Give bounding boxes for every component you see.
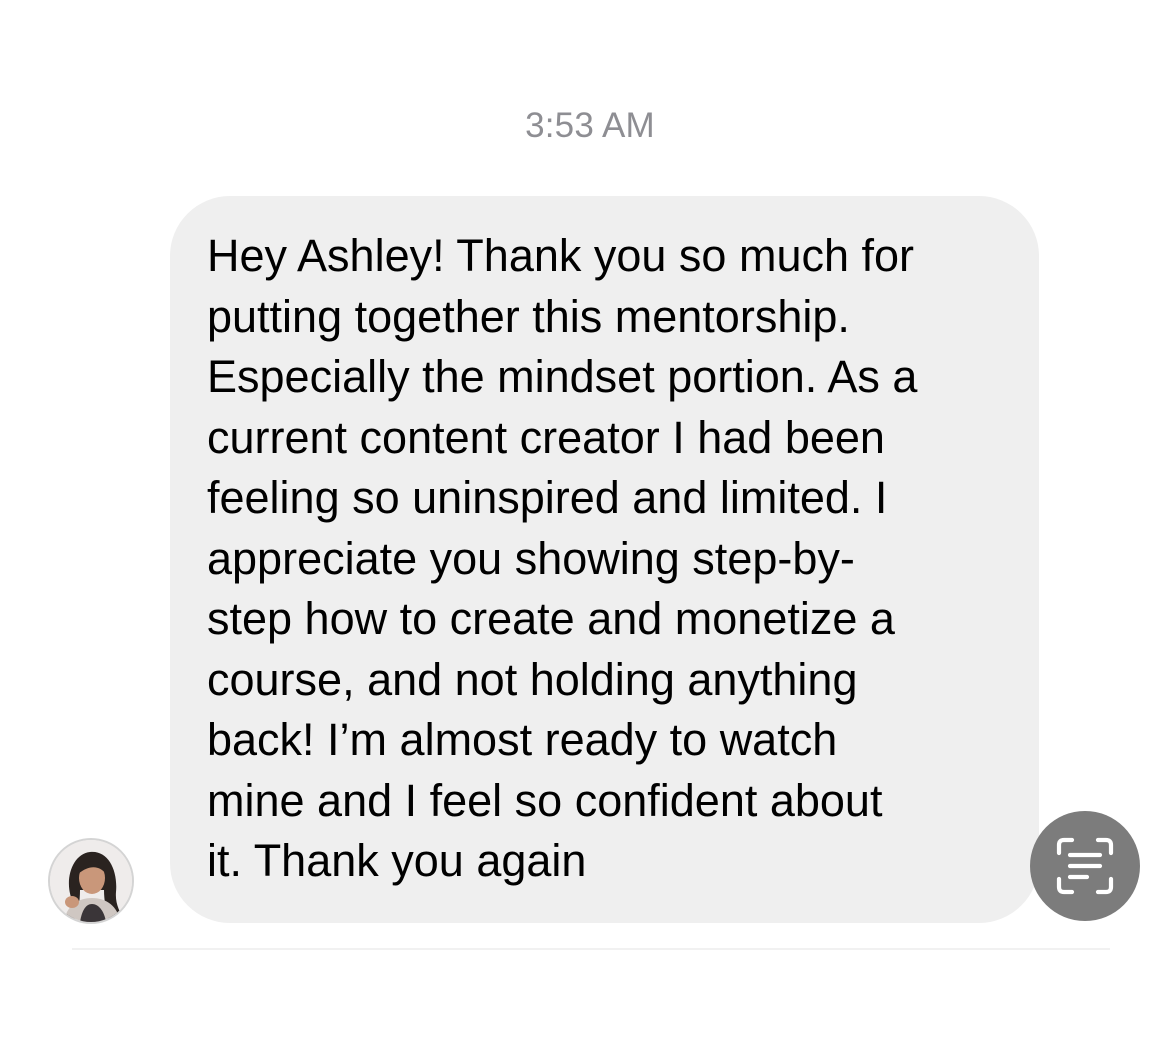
message-line: course, and not holding anything [207, 653, 858, 705]
message-line: appreciate you showing step-by- [207, 532, 855, 584]
message-line: putting together this mentorship. [207, 290, 850, 342]
live-text-scan-button[interactable] [1030, 811, 1140, 921]
message-line: current content creator I had been [207, 411, 885, 463]
message-line: feeling so uninspired and limited. I [207, 472, 888, 523]
thread-divider [72, 948, 1110, 950]
message-line: it. Thank you again [207, 835, 587, 886]
profile-photo-icon [50, 840, 132, 922]
sender-avatar[interactable] [48, 838, 134, 924]
message-bubble[interactable]: Hey Ashley! Thank you so much for puttin… [170, 196, 1039, 923]
message-line: back! I’m almost ready to watch [207, 714, 838, 765]
message-line: step how to create and monetize a [207, 593, 895, 644]
message-timestamp: 3:53 AM [525, 106, 655, 145]
message-line: Hey Ashley! Thank you so much for [207, 230, 915, 281]
message-line: mine and I feel so confident about [207, 774, 883, 826]
message-text: Hey Ashley! Thank you so much for puttin… [207, 226, 1003, 892]
message-line: Especially the mindset portion. As a [207, 351, 918, 402]
live-text-scan-icon [1056, 837, 1114, 895]
